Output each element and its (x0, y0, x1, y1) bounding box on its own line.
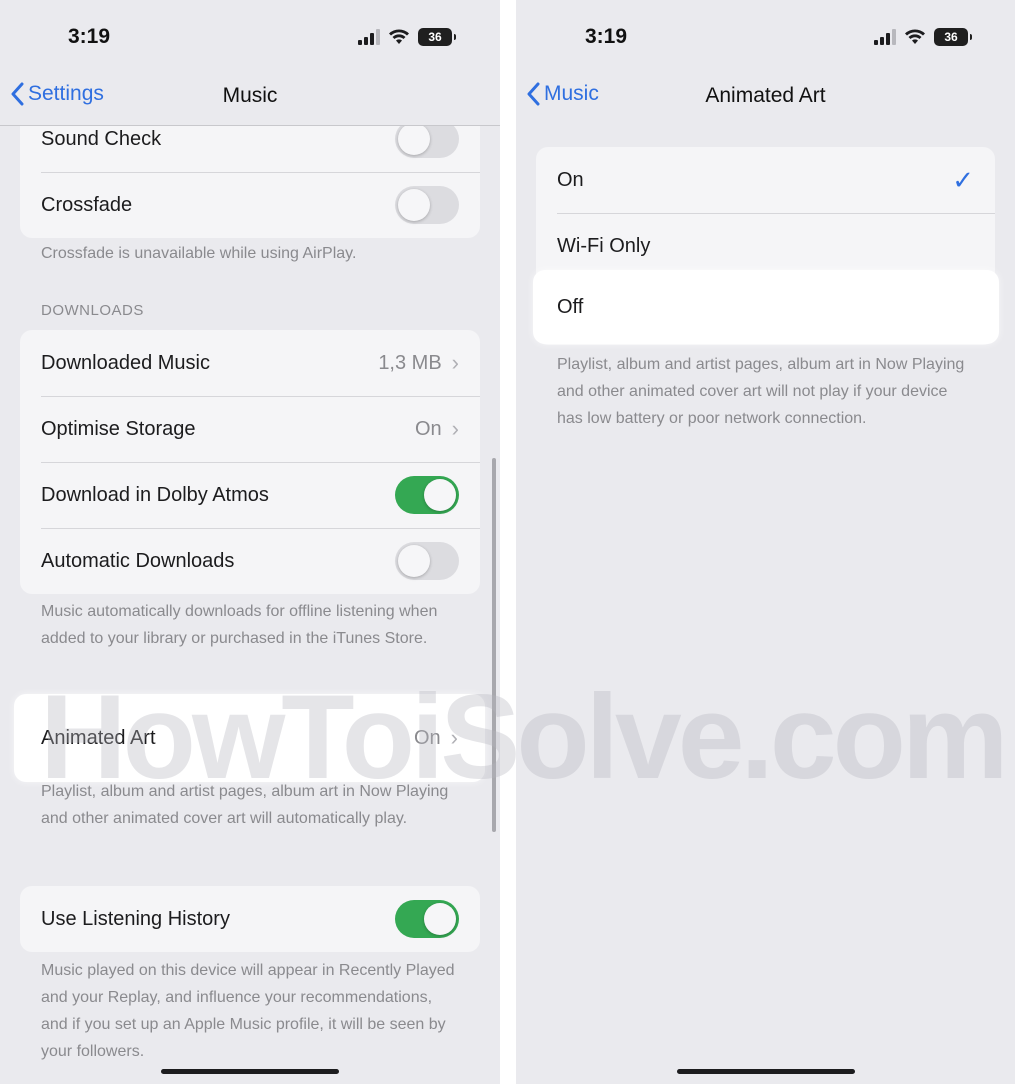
downloads-group: Downloaded Music 1,3 MB › Optimise Stora… (20, 330, 480, 594)
option-on[interactable]: On ✓ (536, 147, 995, 213)
crossfade-footer: Crossfade is unavailable while using Air… (41, 245, 357, 262)
status-time: 3:19 (585, 25, 628, 48)
animated-art-footer: Playlist, album and artist pages, album … (41, 783, 449, 827)
animated-art-footer: Playlist, album and artist pages, album … (557, 356, 965, 427)
option-on-label: On (557, 168, 584, 191)
chevron-right-icon: › (451, 350, 459, 375)
home-indicator[interactable] (677, 1069, 855, 1074)
page-title-overlay: Music (222, 84, 278, 107)
downloaded-music-label: Downloaded Music (41, 351, 210, 374)
option-off[interactable]: Off (533, 270, 999, 344)
signal-icon (874, 29, 896, 45)
listening-history-row: Use Listening History (20, 886, 480, 952)
checkmark-icon: ✓ (952, 164, 974, 195)
chevron-right-icon: › (451, 416, 459, 441)
dolby-atmos-row: Download in Dolby Atmos (20, 462, 480, 528)
listening-history-toggle[interactable] (395, 900, 459, 938)
crossfade-label: Crossfade (41, 193, 133, 216)
automatic-downloads-toggle[interactable] (395, 542, 459, 580)
battery-icon: 36 (934, 28, 972, 46)
dolby-atmos-label: Download in Dolby Atmos (41, 483, 269, 506)
optimise-storage-row[interactable]: Optimise Storage On › (20, 396, 480, 462)
downloads-footer: Music automatically downloads for offlin… (41, 603, 438, 647)
page-title: Animated Art (705, 84, 826, 107)
option-wifi-only-label: Wi-Fi Only (557, 234, 651, 257)
signal-icon (358, 29, 380, 45)
music-settings-screen: 3:19 36 Settings Music Sound Check Cross… (0, 0, 500, 1084)
crossfade-row: Crossfade (20, 172, 480, 238)
status-bar: 3:19 36 (516, 0, 1015, 70)
option-off-label: Off (557, 295, 584, 318)
scrollbar[interactable] (492, 458, 496, 832)
optimise-storage-label: Optimise Storage (41, 417, 196, 440)
animated-art-label: Animated Art (41, 726, 156, 749)
downloaded-music-value: 1,3 MB (378, 351, 442, 374)
status-icons: 36 (358, 28, 456, 46)
status-icons: 36 (874, 28, 972, 46)
optimise-storage-value: On (414, 417, 442, 440)
chevron-right-icon: › (450, 725, 458, 750)
status-time: 3:19 (68, 25, 111, 48)
animated-art-value: On (413, 726, 441, 749)
listening-history-footer: Music played on this device will appear … (41, 962, 455, 1060)
listening-history-label: Use Listening History (41, 907, 230, 930)
sound-check-label: Sound Check (41, 127, 162, 150)
dolby-atmos-toggle[interactable] (395, 476, 459, 514)
wifi-icon (389, 29, 409, 44)
downloads-section-header: DOWNLOADS (41, 302, 144, 319)
navigation-bar: Music Animated Art (516, 70, 1015, 126)
status-bar: 3:19 36 (0, 0, 500, 70)
listening-history-group: Use Listening History (20, 886, 480, 952)
animated-art-row[interactable]: Animated Art On › (14, 694, 485, 782)
home-indicator[interactable] (161, 1069, 339, 1074)
animated-art-screen: 3:19 36 Music Animated Art On ✓ Wi-Fi On… (516, 0, 1015, 1084)
automatic-downloads-row: Automatic Downloads (20, 528, 480, 594)
downloaded-music-row[interactable]: Downloaded Music 1,3 MB › (20, 330, 480, 396)
battery-icon: 36 (418, 28, 456, 46)
crossfade-toggle[interactable] (395, 186, 459, 224)
wifi-icon (905, 29, 925, 44)
automatic-downloads-label: Automatic Downloads (41, 549, 235, 572)
